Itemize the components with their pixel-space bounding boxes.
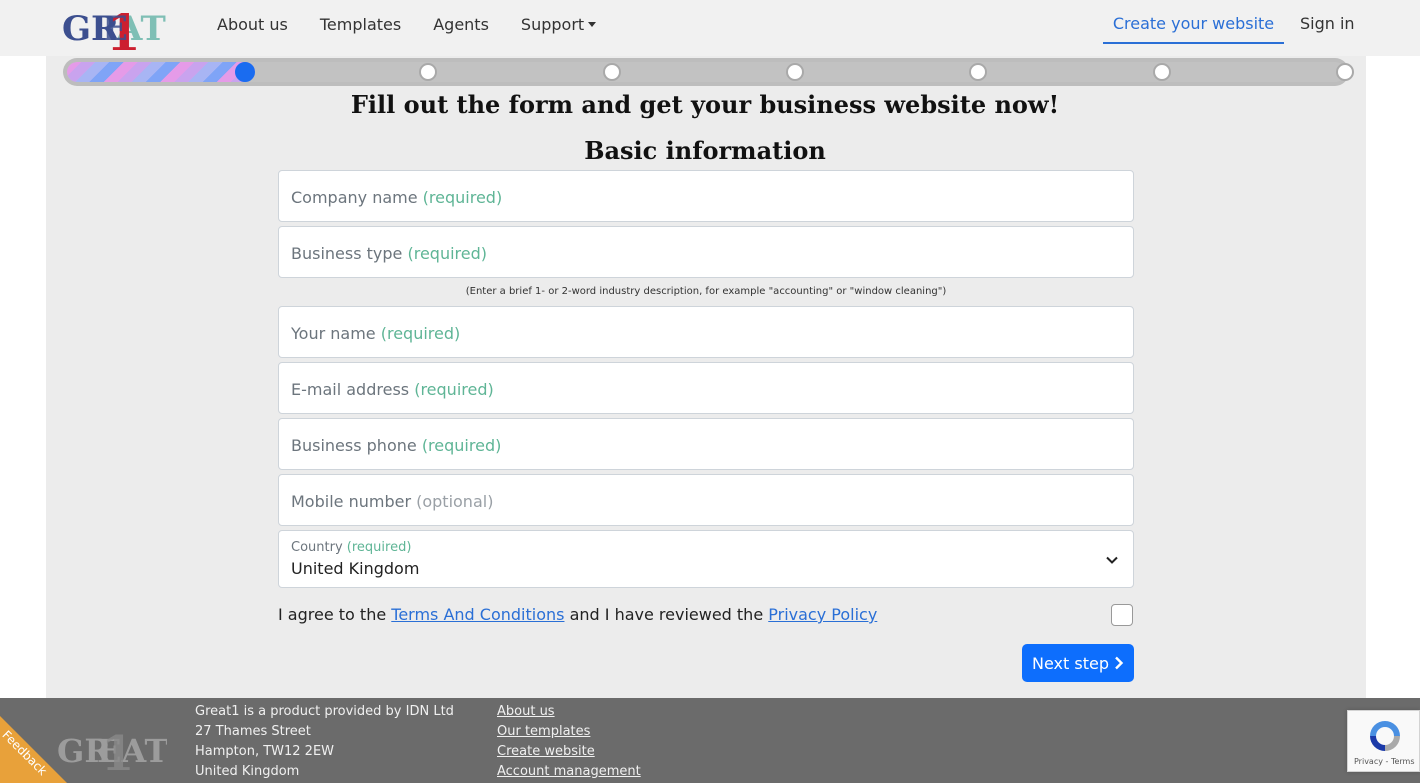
business-phone-placeholder: Business phone (required): [291, 436, 501, 455]
mobile-number-placeholder: Mobile number (optional): [291, 492, 493, 511]
address-line: United Kingdom: [195, 764, 300, 779]
svg-text:E: E: [102, 9, 128, 49]
required-note: (required): [421, 436, 502, 455]
field-label: E-mail address: [291, 380, 410, 399]
agree-middle: and I have reviewed the: [564, 605, 769, 624]
sign-in-link[interactable]: Sign in: [1300, 0, 1355, 48]
progress-step: [786, 63, 804, 81]
nav-agents[interactable]: Agents: [433, 15, 489, 34]
business-type-placeholder: Business type (required): [291, 244, 487, 263]
country-select[interactable]: Country (required) United Kingdom: [278, 530, 1134, 588]
privacy-policy-link[interactable]: Privacy Policy: [768, 605, 877, 624]
required-note: (required): [422, 188, 503, 207]
next-step-button[interactable]: Next step: [1022, 644, 1134, 682]
footer-link-account-management[interactable]: Account management: [497, 762, 641, 782]
field-label: Mobile number: [291, 492, 412, 511]
terms-link[interactable]: Terms And Conditions: [391, 605, 564, 624]
form-title: Fill out the form and get your business …: [350, 90, 1060, 119]
footer-address: Great1 is a product provided by IDN Ltd …: [195, 702, 454, 782]
recaptcha-badge[interactable]: Privacy - Terms: [1347, 710, 1420, 772]
nav-support[interactable]: Support: [520, 14, 597, 34]
footer-link-create-website[interactable]: Create website: [497, 742, 641, 762]
your-name-input[interactable]: Your name (required): [278, 306, 1134, 358]
country-label-text: Country: [291, 540, 343, 555]
company-name-placeholder: Company name (required): [291, 188, 502, 207]
required-note: (required): [346, 540, 412, 555]
field-label: Business type: [291, 244, 403, 263]
great1-logo[interactable]: GR AT 1 E: [62, 0, 172, 56]
business-type-hint: (Enter a brief 1- or 2-word industry des…: [465, 286, 947, 297]
address-line: 27 Thames Street: [195, 724, 311, 739]
field-label: Company name: [291, 188, 418, 207]
main-nav: About us Templates Agents Support: [217, 0, 628, 48]
create-website-link[interactable]: Create your website: [1103, 0, 1284, 44]
nav-support-label: Support: [520, 14, 585, 34]
required-note: (required): [407, 244, 488, 263]
section-title: Basic information: [584, 136, 826, 165]
company-name-input[interactable]: Company name (required): [278, 170, 1134, 222]
caret-down-icon: [588, 21, 597, 27]
your-name-placeholder: Your name (required): [291, 324, 460, 343]
svg-text:1: 1: [101, 726, 134, 776]
site-header: GR AT 1 E About us Templates Agents Supp…: [0, 0, 1420, 56]
nav-templates[interactable]: Templates: [320, 15, 401, 34]
chevron-right-icon: [1115, 656, 1124, 670]
email-placeholder: E-mail address (required): [291, 380, 494, 399]
site-footer: GR EAT 1 Great1 is a product provided by…: [0, 698, 1420, 783]
progress-bar: [63, 58, 1354, 86]
feedback-tab[interactable]: Feedback: [0, 716, 67, 783]
chevron-down-icon: [1106, 556, 1118, 564]
required-note: (required): [414, 380, 494, 399]
mobile-number-input[interactable]: Mobile number (optional): [278, 474, 1134, 526]
agreement-text: I agree to the Terms And Conditions and …: [278, 605, 877, 624]
next-step-label: Next step: [1032, 653, 1109, 673]
email-input[interactable]: E-mail address (required): [278, 362, 1134, 414]
footer-link-templates[interactable]: Our templates: [497, 722, 641, 742]
progress-step: [1336, 63, 1354, 81]
field-label: Business phone: [291, 436, 417, 455]
progress-fill: [67, 62, 255, 82]
footer-logo[interactable]: GR EAT 1: [57, 720, 168, 782]
address-line: Great1 is a product provided by IDN Ltd: [195, 704, 454, 719]
progress-step: [1152, 63, 1171, 81]
required-note: (required): [380, 324, 461, 343]
recaptcha-links[interactable]: Privacy - Terms: [1354, 757, 1415, 766]
address-line: Hampton, TW12 2EW: [195, 744, 335, 759]
field-label: Your name: [291, 324, 376, 343]
country-label: Country (required): [291, 540, 411, 555]
business-type-input[interactable]: Business type (required): [278, 226, 1134, 278]
feedback-triangle: [0, 716, 67, 783]
footer-link-about-us[interactable]: About us: [497, 702, 641, 722]
progress-step-current: [235, 62, 255, 82]
nav-about-us[interactable]: About us: [217, 15, 288, 34]
agree-prefix: I agree to the: [278, 605, 392, 624]
optional-note: (optional): [416, 492, 494, 511]
progress-step: [602, 63, 621, 81]
recaptcha-icon: [1370, 721, 1400, 751]
business-phone-input[interactable]: Business phone (required): [278, 418, 1134, 470]
country-value: United Kingdom: [291, 559, 420, 578]
agree-checkbox[interactable]: [1111, 604, 1133, 626]
footer-links: About us Our templates Create website Ac…: [497, 702, 641, 782]
